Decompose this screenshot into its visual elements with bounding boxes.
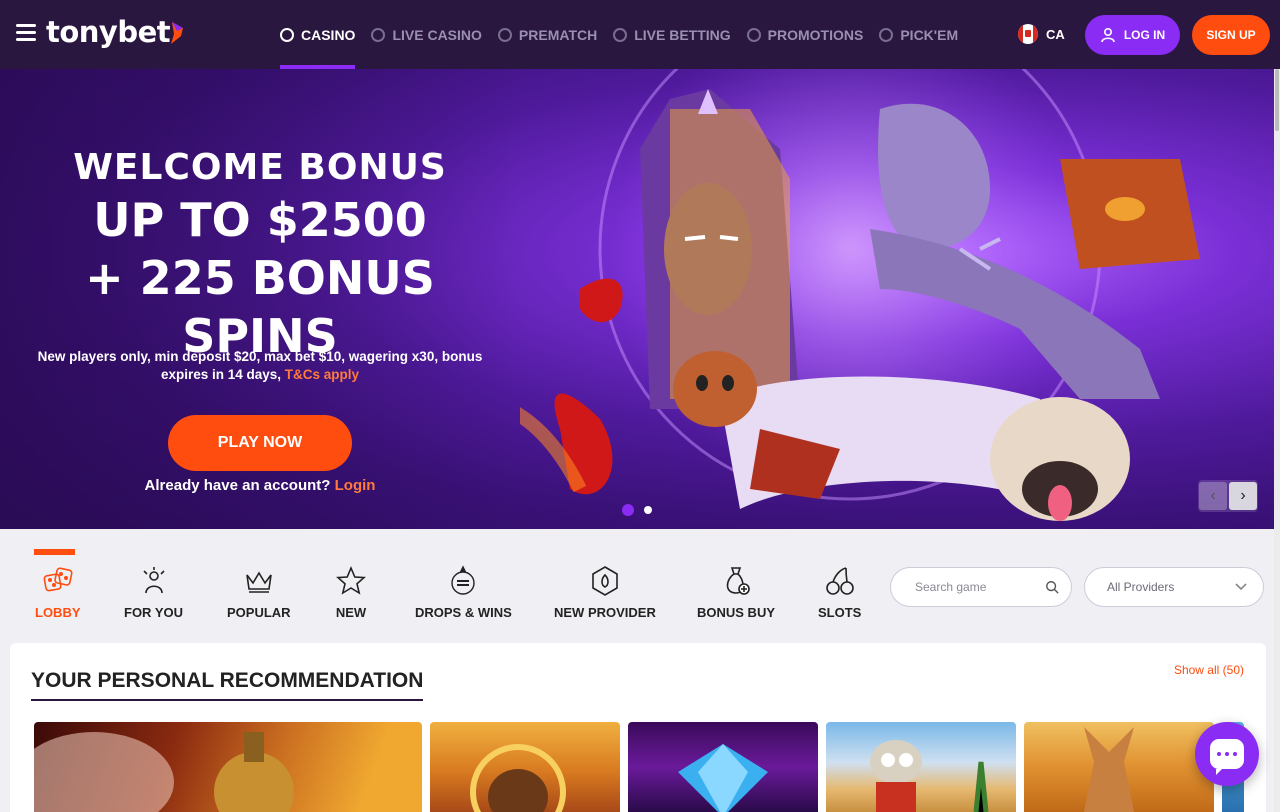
nav-label: CASINO [301,26,356,43]
page-scrollbar[interactable] [1274,69,1280,812]
chat-icon [1210,739,1244,775]
for-you-icon [142,567,165,594]
category-bonus-buy[interactable]: BONUS BUY [697,565,775,620]
user-icon [1101,27,1115,43]
category-new[interactable]: NEW [335,565,367,620]
show-all-count: (50) [1222,663,1244,677]
show-all-link[interactable]: Show all (50) [1174,663,1244,677]
category-label: SLOTS [818,605,862,620]
game-tile[interactable] [826,722,1016,812]
casino-chip-icon [280,27,294,42]
hero-artwork [520,69,1200,521]
crown-icon [245,571,272,593]
game-tile[interactable] [430,722,620,812]
bonus-line-1: WELCOME BONUS [73,147,447,188]
game-tile[interactable] [628,722,818,812]
category-label: NEW PROVIDER [554,605,656,620]
providers-dropdown[interactable]: All Providers [1084,567,1264,607]
game-tile[interactable] [34,722,422,812]
category-drops-wins[interactable]: DROPS & WINS [415,565,512,620]
providers-value: All Providers [1107,580,1175,594]
game-thumbnail [470,744,566,812]
category-new-provider[interactable]: NEW PROVIDER [554,565,656,620]
logo-mark-icon [171,22,183,44]
nav-prematch[interactable]: PREMATCH [497,0,598,69]
signup-button[interactable]: SIGN UP [1192,15,1270,55]
new-provider-icon [592,566,618,596]
login-button[interactable]: LOG IN [1085,15,1180,55]
account-text: Already have an account? [144,477,331,494]
bonus-headline: WELCOME BONUS UP TO $2500 + 225 BONUS SP… [0,147,520,365]
live-casino-icon [371,27,386,42]
bonus-line-2: UP TO $2500 [93,193,427,247]
slider-next-icon[interactable]: › [1229,482,1257,510]
hero-login-link[interactable]: Login [335,477,376,494]
category-slots[interactable]: SLOTS [818,565,861,620]
category-label: DROPS & WINS [415,605,512,620]
nav-live-betting[interactable]: LIVE BETTING [613,0,731,69]
gift-icon [746,27,761,42]
main-nav: CASINO LIVE CASINO PREMATCH LIVE BETTING… [280,0,974,69]
nav-pickem[interactable]: PICK'EM [879,0,958,69]
nav-casino[interactable]: CASINO [280,0,356,69]
game-thumbnail [678,744,768,812]
login-label: LOG IN [1123,28,1166,42]
recommendation-section: YOUR PERSONAL RECOMMENDATION Show all (5… [10,643,1266,812]
category-lobby[interactable]: LOBBY [35,565,81,620]
search-input[interactable] [915,580,1045,594]
category-for-you[interactable]: FOR YOU [124,565,183,620]
soccer-ball-icon [497,27,512,42]
search-icon[interactable] [1045,579,1059,595]
money-bag-icon [726,567,750,595]
chevron-down-icon [1235,583,1247,591]
terms-text: New players only, min deposit $20, max b… [37,349,483,382]
nav-live-casino[interactable]: LIVE CASINO [371,0,482,69]
hero-banner: WELCOME BONUS UP TO $2500 + 225 BONUS SP… [0,69,1274,529]
show-all-label: Show all [1173,663,1220,677]
nav-label: PREMATCH [518,26,598,43]
nav-label: LIVE BETTING [634,26,731,43]
category-label: FOR YOU [124,605,183,620]
slider-dots [622,504,662,516]
region-label: CA [1046,26,1065,42]
category-bar: LOBBY FOR YOU POPULAR NEW DROPS & WINS N… [0,529,1274,643]
tonybet-logo[interactable]: tonybet [46,15,171,49]
bonus-terms: New players only, min deposit $20, max b… [30,348,490,384]
play-now-button[interactable]: PLAY NOW [168,415,352,471]
game-thumbnail [1084,727,1134,812]
chat-button[interactable] [1195,722,1259,786]
dice-icon [43,567,73,592]
category-label: NEW [335,605,367,620]
slider-dot-1[interactable] [622,504,634,516]
nav-label: PROMOTIONS [767,26,864,43]
region-selector[interactable]: CA [1018,24,1065,44]
slider-arrows: ‹ › [1198,480,1258,512]
category-label: BONUS BUY [697,605,776,620]
live-betting-icon [613,27,628,42]
tcs-link[interactable]: T&Cs apply [285,367,359,382]
top-header: tonybet CASINO LIVE CASINO PREMATCH LIVE… [0,0,1280,69]
category-label: LOBBY [35,605,81,620]
game-thumbnail [870,740,989,812]
nav-promotions[interactable]: PROMOTIONS [746,0,864,69]
nav-label: PICK'EM [900,26,959,43]
game-tile[interactable] [1024,722,1214,812]
game-thumbnail [34,732,294,812]
account-prompt: Already have an account? Login [0,477,520,494]
category-popular[interactable]: POPULAR [227,565,291,620]
active-category-indicator [34,549,75,555]
category-label: POPULAR [227,605,291,620]
search-game-box[interactable] [890,567,1072,607]
drops-wins-icon [451,565,476,595]
pickem-icon [879,27,894,42]
section-title: YOUR PERSONAL RECOMMENDATION [31,669,424,701]
star-icon [336,565,366,595]
slider-prev-icon[interactable]: ‹ [1199,482,1227,510]
nav-label: LIVE CASINO [392,26,482,43]
canada-flag-icon [1018,24,1038,44]
slider-dot-2[interactable] [644,506,652,514]
cherries-icon [825,567,854,595]
hamburger-menu-icon[interactable] [16,24,36,42]
